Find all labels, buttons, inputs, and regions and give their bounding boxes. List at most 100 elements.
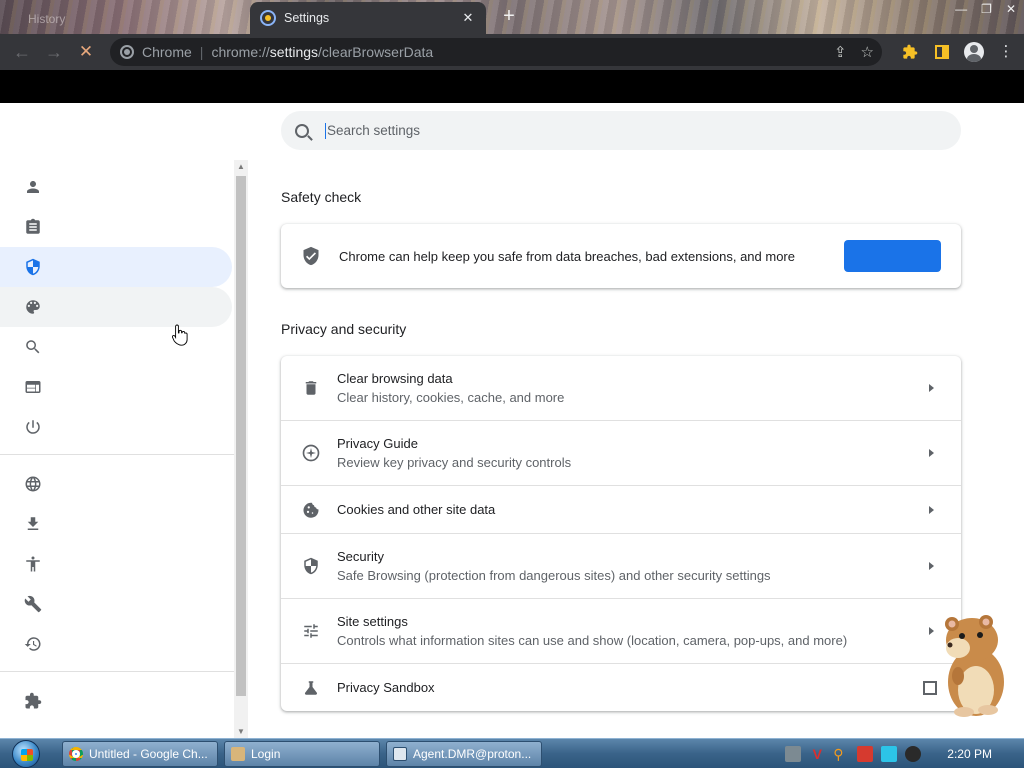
sidebar-item-extensions[interactable] bbox=[0, 681, 232, 721]
bookmark-star-icon[interactable]: ☆ bbox=[861, 43, 874, 61]
sidebar-item-appearance[interactable] bbox=[0, 287, 232, 327]
tab-settings[interactable]: Settings ✕ bbox=[250, 2, 486, 34]
sidebar-item-search-engine[interactable] bbox=[0, 327, 232, 367]
site-label: Chrome bbox=[142, 44, 192, 60]
chevron-right-icon bbox=[929, 384, 934, 392]
person-icon bbox=[27, 181, 39, 193]
system-tray: V ⚲ 2:20 PM bbox=[785, 739, 1024, 768]
window-controls: — ❐ ✕ bbox=[955, 0, 1016, 18]
minimize-icon[interactable]: — bbox=[955, 2, 967, 16]
tune-icon bbox=[301, 621, 321, 641]
row-title: Cookies and other site data bbox=[337, 502, 496, 517]
row-title: Security bbox=[337, 549, 384, 564]
row-subtitle: Controls what information sites can use … bbox=[337, 633, 848, 648]
sidebar-item-on-startup[interactable] bbox=[0, 407, 232, 447]
forward-button[interactable]: → bbox=[38, 36, 70, 68]
flask-icon bbox=[301, 678, 321, 698]
palette-icon bbox=[26, 300, 40, 314]
maximize-icon[interactable]: ❐ bbox=[981, 2, 992, 16]
row-site-settings[interactable]: Site settings Controls what information … bbox=[281, 598, 961, 663]
sidebar-item-downloads[interactable] bbox=[0, 504, 232, 544]
tab-close-icon[interactable]: ✕ bbox=[460, 10, 476, 26]
power-icon bbox=[26, 420, 40, 434]
row-privacy-guide[interactable]: Privacy Guide Review key privacy and sec… bbox=[281, 420, 961, 485]
url-host: settings bbox=[269, 44, 319, 60]
settings-favicon-icon bbox=[260, 10, 276, 26]
cookie-icon bbox=[301, 500, 321, 520]
taskbar-item-label: Agent.DMR@proton... bbox=[413, 747, 532, 761]
start-button[interactable] bbox=[6, 739, 46, 768]
chevron-right-icon bbox=[929, 562, 934, 570]
volume-tray-icon[interactable] bbox=[905, 746, 922, 762]
row-cookies[interactable]: Cookies and other site data bbox=[281, 485, 961, 533]
chrome-icon bbox=[120, 45, 134, 59]
hamster-mascot-icon bbox=[945, 615, 1004, 717]
hand-cursor-icon bbox=[172, 324, 188, 346]
accessibility-icon bbox=[26, 556, 40, 572]
side-panel-icon[interactable] bbox=[932, 42, 952, 62]
extensions-puzzle-icon[interactable] bbox=[900, 42, 920, 62]
app-icon bbox=[231, 747, 245, 761]
flag-tray-icon[interactable] bbox=[857, 746, 874, 762]
antivirus-tray-icon[interactable]: V bbox=[809, 746, 825, 762]
privacy-security-title: Privacy and security bbox=[281, 321, 407, 337]
search-tray-icon[interactable]: ⚲ bbox=[833, 746, 849, 762]
new-tab-button[interactable]: + bbox=[498, 6, 520, 28]
clipboard-icon bbox=[26, 218, 40, 234]
taskbar-item-login[interactable]: Login bbox=[224, 741, 380, 767]
profile-avatar-icon[interactable] bbox=[964, 42, 984, 62]
scroll-down-arrow-icon[interactable]: ▼ bbox=[237, 727, 245, 736]
check-now-button[interactable] bbox=[844, 240, 941, 272]
row-title: Privacy Guide bbox=[337, 436, 418, 451]
url-path: /clearBrowserData bbox=[318, 44, 434, 60]
search-icon bbox=[26, 340, 40, 354]
settings-header-band bbox=[0, 70, 1024, 103]
sidebar-item-default-browser[interactable] bbox=[0, 367, 232, 407]
row-privacy-sandbox[interactable]: Privacy Sandbox bbox=[281, 663, 961, 711]
globe-icon bbox=[25, 476, 41, 492]
taskbar-item-agent[interactable]: Agent.DMR@proton... bbox=[386, 741, 542, 767]
download-icon bbox=[27, 517, 39, 530]
scroll-up-arrow-icon[interactable]: ▲ bbox=[237, 162, 245, 171]
chevron-right-icon bbox=[929, 449, 934, 457]
window-icon bbox=[393, 747, 407, 761]
sidebar-item-you-and-google[interactable] bbox=[0, 167, 232, 207]
sidebar-item-privacy-and-security[interactable] bbox=[0, 247, 232, 287]
taskbar-clock[interactable]: 2:20 PM bbox=[947, 747, 992, 761]
sidebar-item-autofill[interactable] bbox=[0, 207, 232, 247]
row-title: Clear browsing data bbox=[337, 371, 453, 386]
row-title: Site settings bbox=[337, 614, 408, 629]
stop-loading-button[interactable]: ✕ bbox=[70, 36, 102, 68]
shield-icon bbox=[301, 556, 321, 576]
sidebar-item-reset-settings[interactable] bbox=[0, 624, 232, 664]
browser-toolbar: ← → ✕ Chrome | chrome://settings/clearBr… bbox=[0, 34, 1024, 70]
back-button[interactable]: ← bbox=[6, 36, 38, 68]
menu-kebab-icon[interactable]: ⋮ bbox=[996, 42, 1016, 62]
tab-strip: History Settings ✕ + — ❐ ✕ bbox=[0, 0, 1024, 34]
taskbar-item-label: Untitled - Google Ch... bbox=[89, 747, 208, 761]
sidebar-item-languages[interactable] bbox=[0, 464, 232, 504]
settings-search-box[interactable] bbox=[281, 111, 961, 150]
row-security[interactable]: Security Safe Browsing (protection from … bbox=[281, 533, 961, 598]
safety-check-description: Chrome can help keep you safe from data … bbox=[339, 248, 795, 264]
close-icon[interactable]: ✕ bbox=[1006, 2, 1016, 16]
wrench-icon bbox=[24, 595, 42, 613]
share-icon[interactable]: ⇪ bbox=[834, 43, 847, 61]
row-clear-browsing-data[interactable]: Clear browsing data Clear history, cooki… bbox=[281, 356, 961, 420]
url-scheme: chrome:// bbox=[211, 44, 270, 60]
sidebar-item-accessibility[interactable] bbox=[0, 544, 232, 584]
compass-icon bbox=[301, 443, 321, 463]
search-input[interactable] bbox=[327, 123, 887, 138]
network-tray-icon[interactable] bbox=[785, 746, 802, 762]
address-bar[interactable]: Chrome | chrome://settings/clearBrowserD… bbox=[110, 38, 882, 66]
taskbar-item-chrome[interactable]: Untitled - Google Ch... bbox=[62, 741, 218, 767]
tab-history[interactable]: History bbox=[0, 4, 250, 34]
monitor-tray-icon[interactable] bbox=[881, 746, 898, 762]
taskbar-item-label: Login bbox=[251, 747, 281, 761]
trash-icon bbox=[301, 378, 321, 398]
scrollbar-thumb[interactable] bbox=[236, 176, 246, 696]
sidebar-item-system[interactable] bbox=[0, 584, 232, 624]
sidebar-scrollbar[interactable]: ▲ ▼ bbox=[234, 160, 248, 738]
windows-taskbar: Untitled - Google Ch... Login Agent.DMR@… bbox=[0, 738, 1024, 768]
history-icon bbox=[24, 637, 41, 651]
